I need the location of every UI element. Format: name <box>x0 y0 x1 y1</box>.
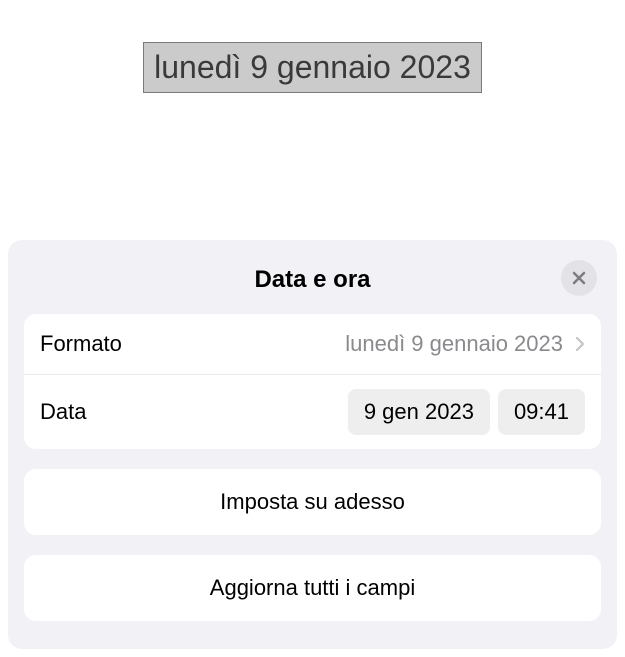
date-time-panel: Data e ora Formato lunedì 9 gennaio 2023… <box>8 240 617 649</box>
chevron-right-icon <box>575 336 585 352</box>
panel-title: Data e ora <box>254 266 370 293</box>
close-button[interactable] <box>561 260 597 296</box>
format-value: lunedì 9 gennaio 2023 <box>345 331 563 357</box>
document-area: lunedì 9 gennaio 2023 <box>0 0 625 93</box>
data-label: Data <box>40 399 86 425</box>
date-picker-button[interactable]: 9 gen 2023 <box>348 389 490 435</box>
settings-group: Formato lunedì 9 gennaio 2023 Data 9 gen… <box>24 314 601 449</box>
close-icon <box>572 271 586 285</box>
set-to-now-button[interactable]: Imposta su adesso <box>24 469 601 535</box>
update-all-fields-button[interactable]: Aggiorna tutti i campi <box>24 555 601 621</box>
panel-header: Data e ora <box>24 256 601 314</box>
time-picker-button[interactable]: 09:41 <box>498 389 585 435</box>
inserted-date-field[interactable]: lunedì 9 gennaio 2023 <box>143 42 482 93</box>
data-row: Data 9 gen 2023 09:41 <box>24 374 601 449</box>
format-label: Formato <box>40 331 122 357</box>
format-row[interactable]: Formato lunedì 9 gennaio 2023 <box>24 314 601 374</box>
